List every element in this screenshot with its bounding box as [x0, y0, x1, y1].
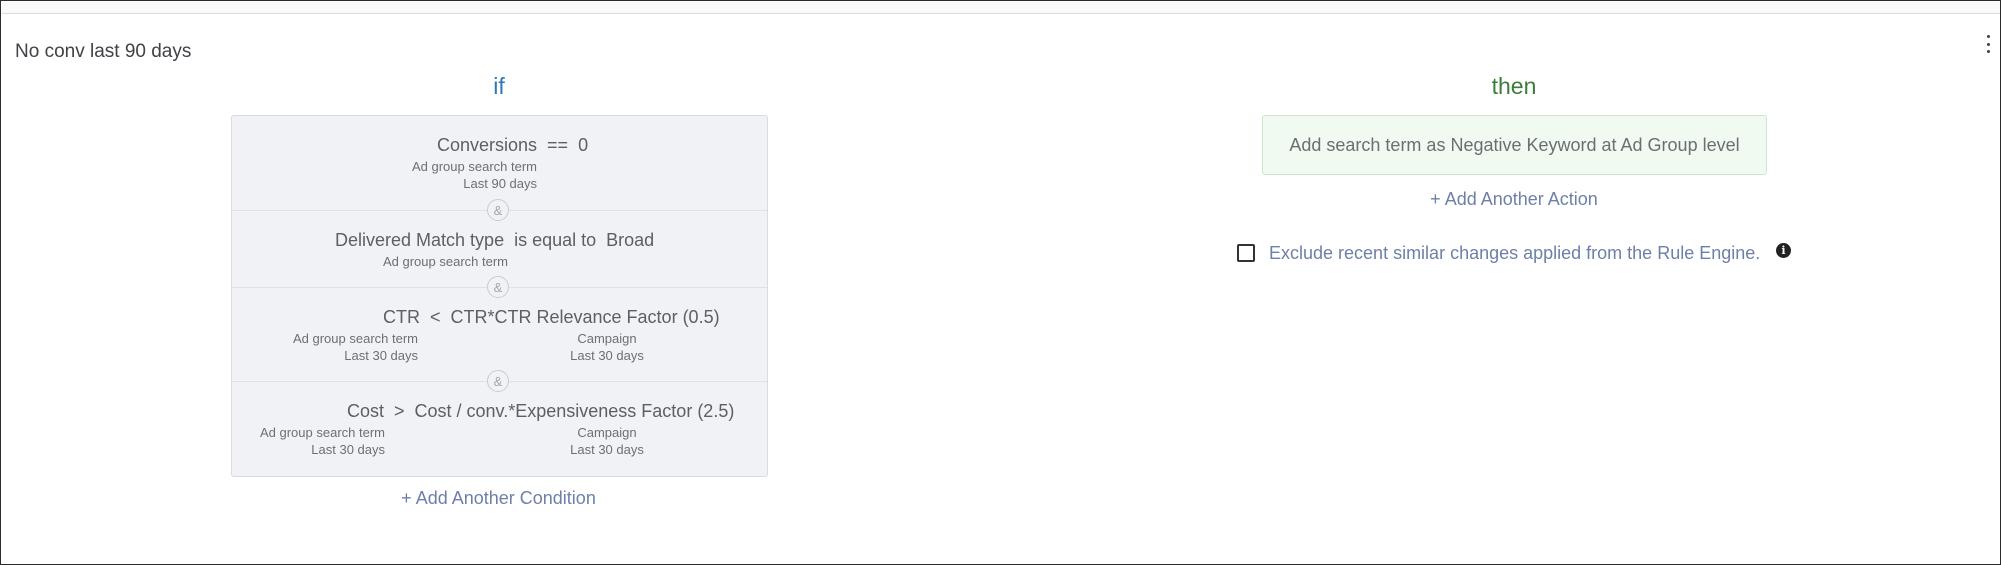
info-icon[interactable]: i	[1776, 243, 1791, 258]
condition-row[interactable]: Conversions == 0 Ad group search term La…	[232, 116, 767, 210]
condition-left-range: Last 30 days	[344, 348, 418, 363]
action-text: Add search term as Negative Keyword at A…	[1289, 134, 1740, 155]
action-box[interactable]: Add search term as Negative Keyword at A…	[1262, 115, 1767, 175]
top-divider	[2, 2, 2000, 14]
exclude-checkbox[interactable]	[1237, 244, 1255, 262]
rule-title: No conv last 90 days	[15, 41, 192, 62]
rule-card: No conv last 90 days if then Conversions…	[0, 0, 2001, 565]
condition-left-scope: Ad group search term	[382, 254, 508, 269]
kebab-menu-icon[interactable]	[1985, 35, 1991, 53]
condition-right-range: Last 30 days	[570, 348, 644, 363]
condition-left-scope: Ad group search term	[411, 159, 537, 174]
then-heading: then	[1491, 73, 1537, 99]
condition-right-range: Last 30 days	[570, 442, 644, 457]
condition-text: Cost > Cost / conv.*Expensiveness Factor…	[347, 401, 735, 421]
condition-row[interactable]: CTR < CTR*CTR Relevance Factor (0.5) Ad …	[232, 288, 767, 381]
condition-text: Delivered Match type is equal to Broad	[335, 230, 655, 250]
condition-right-scope: Campaign	[577, 425, 637, 440]
condition-right-scope: Campaign	[577, 331, 637, 346]
condition-left-scope: Ad group search term	[259, 425, 385, 440]
condition-left-range: Last 30 days	[311, 442, 385, 457]
if-heading: if	[493, 73, 505, 99]
condition-text: CTR < CTR*CTR Relevance Factor (0.5)	[383, 307, 720, 327]
add-action-link[interactable]: + Add Another Action	[1361, 189, 1667, 210]
condition-row[interactable]: Cost > Cost / conv.*Expensiveness Factor…	[232, 382, 767, 476]
condition-left-scope: Ad group search term	[292, 331, 418, 346]
conditions-box: Conversions == 0 Ad group search term La…	[231, 115, 768, 477]
add-condition-link[interactable]: + Add Another Condition	[351, 488, 646, 509]
condition-text: Conversions == 0	[437, 135, 589, 155]
exclude-label[interactable]: Exclude recent similar changes applied f…	[1269, 243, 1760, 264]
condition-left-range: Last 90 days	[463, 176, 537, 191]
